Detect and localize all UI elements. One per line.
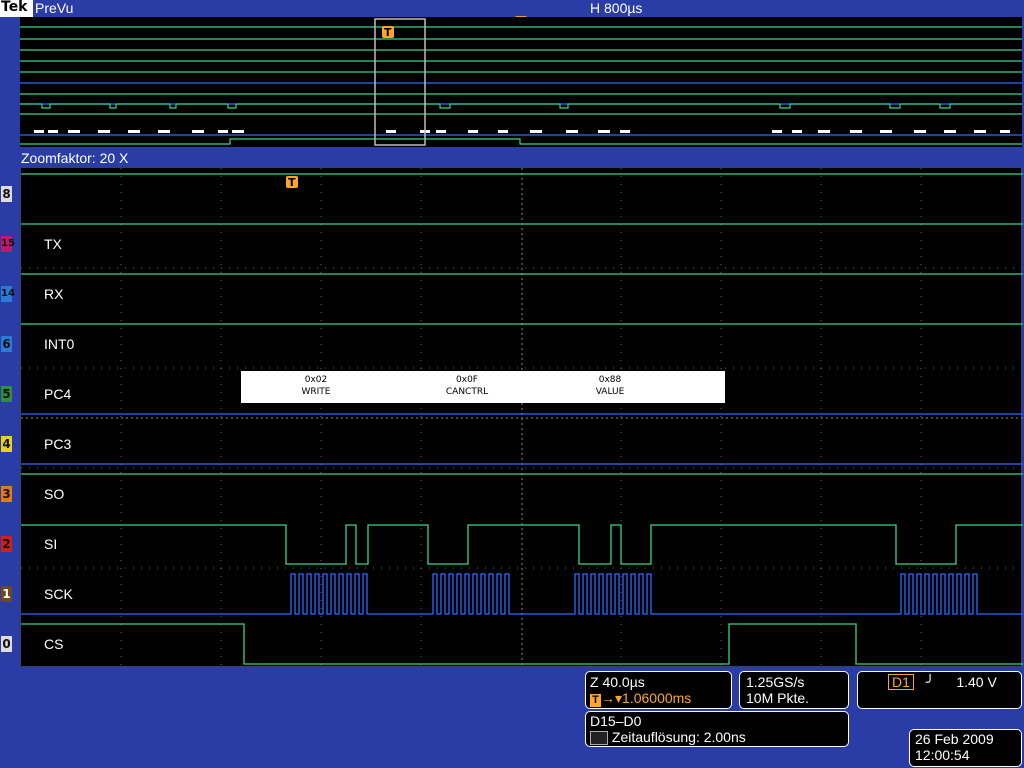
trigger-level-readout: 1.40 V: [956, 674, 997, 690]
bus-name-readout: D15–D0: [590, 713, 642, 729]
bus-readout-box[interactable]: D15–D0 Zeitauflösung: 2.00ns: [585, 711, 849, 747]
channel-badge-2[interactable]: 2: [1, 536, 12, 552]
channel-badge-15[interactable]: 15: [1, 236, 15, 252]
channel-name-so: SO: [44, 486, 65, 502]
date-readout: 26 Feb 2009: [915, 731, 994, 747]
zoom-scale-readout: Z 40.0µs: [590, 674, 645, 690]
trigger-readout-box[interactable]: D1 ╯ 1.40 V: [857, 671, 1022, 709]
channel-badge-6[interactable]: 6: [1, 336, 12, 352]
datetime-box: 26 Feb 2009 12:00:54: [909, 729, 1022, 767]
channel-name-si: SI: [44, 536, 58, 552]
channel-name-pc3: PC3: [44, 436, 72, 452]
zoom-readout-box[interactable]: Z 40.0µs T →▾1.06000ms: [585, 671, 732, 709]
decode-value: 0x0F: [456, 375, 478, 385]
zoom-waveform-display[interactable]: T TX RX INT0 PC4 PC3 SO SI SCK CS: [20, 167, 1023, 668]
timing-resolution-row: Zeitauflösung: 2.00ns: [590, 729, 844, 746]
channel-name-tx: TX: [44, 236, 62, 252]
acquisition-mode-label: PreVu: [35, 0, 74, 16]
channel-badge-1[interactable]: 1: [1, 586, 12, 602]
decode-label: WRITE: [301, 387, 331, 397]
channel-badge-8[interactable]: 8: [1, 186, 12, 202]
channel-name-int0: INT0: [44, 336, 75, 352]
channel-name-pc4: PC4: [44, 386, 72, 402]
record-length-readout: 10M Pkte.: [746, 690, 810, 706]
zoom-factor-label: Zoomfaktor: 20 X: [21, 150, 129, 166]
acquisition-readout-box[interactable]: 1.25GS/s 10M Pkte.: [739, 671, 849, 709]
tek-logo: Tek: [0, 0, 33, 17]
status-bar: [0, 0, 1024, 17]
decode-value: 0x88: [598, 375, 622, 385]
time-readout: 12:00:54: [915, 747, 970, 763]
preview-traces: T: [20, 18, 1022, 146]
channel-badge-14[interactable]: 14: [1, 286, 15, 302]
channel-name-rx: RX: [44, 286, 64, 302]
svg-text:T: T: [384, 26, 392, 39]
timing-resolution-readout: Zeitauflösung: 2.00ns: [611, 729, 746, 745]
svg-text:T: T: [288, 176, 296, 189]
decode-label: VALUE: [595, 387, 625, 397]
decode-field-address: 0x02 WRITE: [261, 374, 371, 398]
rising-edge-icon: ╯: [925, 674, 935, 690]
trigger-position-readout: T →▾1.06000ms: [590, 690, 727, 707]
preview-waveform-overview[interactable]: T: [20, 17, 1022, 147]
waveform-grid: T: [21, 168, 1023, 668]
arrow-right-icon: →▾: [601, 690, 623, 706]
sample-rate-readout: 1.25GS/s: [746, 674, 805, 690]
trigger-source-readout: D1: [888, 674, 914, 690]
channel-name-cs: CS: [44, 636, 64, 652]
decode-label: CANCTRL: [445, 387, 489, 397]
timing-mode-icon: [590, 731, 608, 746]
channel-badge-4[interactable]: 4: [1, 436, 12, 452]
spi-decode-table: 0x02 WRITE 0x0F CANCTRL 0x88 VALUE: [241, 371, 725, 403]
channel-badge-3[interactable]: 3: [1, 486, 12, 502]
decode-value: 0x02: [304, 375, 328, 385]
channel-badge-0[interactable]: 0: [1, 636, 12, 652]
horizontal-scale-readout[interactable]: H 800µs: [590, 0, 642, 16]
decode-field-value: 0x88 VALUE: [555, 374, 665, 398]
decode-field-register: 0x0F CANCTRL: [412, 374, 522, 398]
channel-badge-5[interactable]: 5: [1, 386, 12, 402]
channel-name-sck: SCK: [44, 586, 73, 602]
trigger-t-icon: T: [590, 694, 601, 707]
